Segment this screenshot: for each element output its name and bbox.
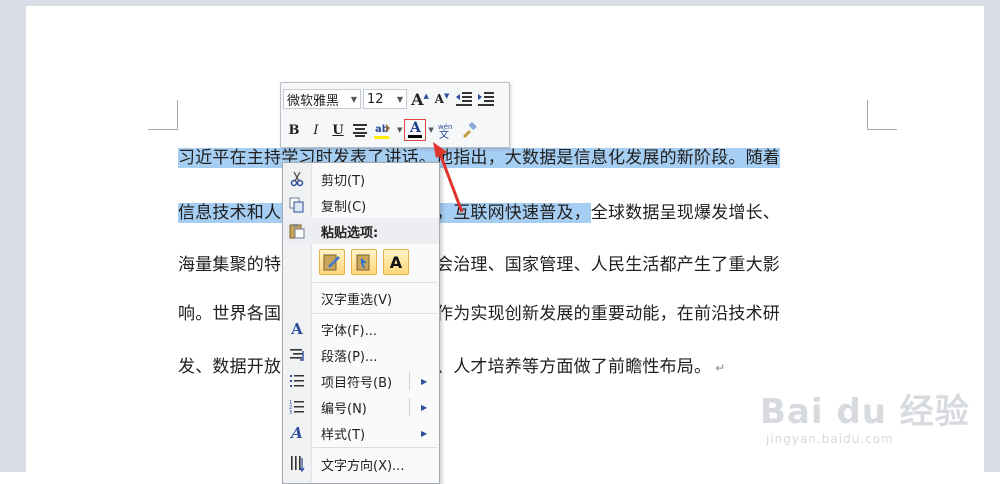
watermark-brand: Bai du 经验	[760, 392, 970, 432]
arrow-head	[433, 142, 447, 158]
watermark-url: jingyan.baidu.com	[766, 432, 894, 446]
arrow-shaft	[437, 150, 464, 213]
watermark: Bai du 经验 jingyan.baidu.com	[760, 384, 980, 464]
